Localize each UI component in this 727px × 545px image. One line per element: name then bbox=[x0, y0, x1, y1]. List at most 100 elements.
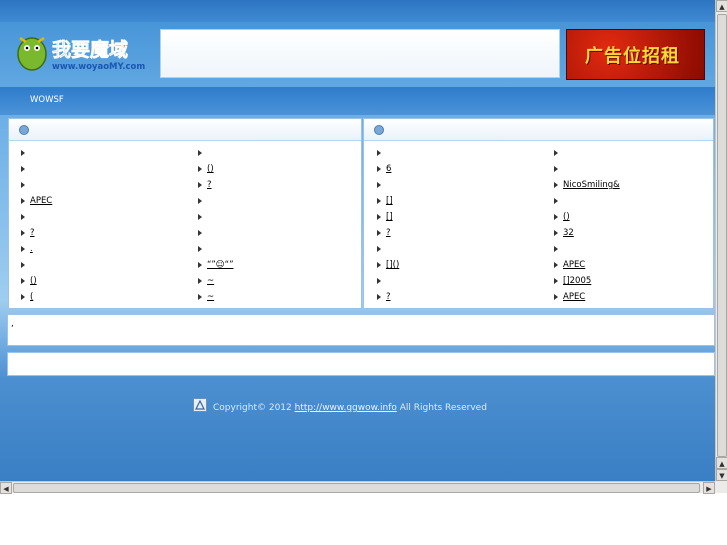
list-item-link[interactable]: []() bbox=[386, 260, 399, 270]
vertical-scroll-thumb[interactable] bbox=[717, 14, 727, 457]
list-item[interactable] bbox=[377, 273, 399, 289]
list-item-link[interactable]: . bbox=[30, 244, 33, 254]
list-item[interactable] bbox=[377, 145, 399, 161]
site-logo[interactable]: 我要魔域 www.woyaoMY.com bbox=[12, 30, 152, 74]
header-nav bbox=[169, 38, 197, 48]
list-item[interactable]: APEC bbox=[554, 289, 620, 305]
list-item-link[interactable]: ~ bbox=[207, 292, 214, 302]
list-item-link[interactable]: APEC bbox=[563, 260, 585, 270]
list-item[interactable]: APEC bbox=[21, 193, 52, 209]
scroll-up-arrow-icon[interactable]: ▲ bbox=[716, 0, 727, 12]
list-item-link[interactable]: ( bbox=[30, 292, 33, 302]
horizontal-scrollbar[interactable]: ◀ ▶ bbox=[0, 481, 715, 494]
list-item[interactable]: ( bbox=[21, 289, 52, 305]
list-item[interactable]: ~ bbox=[198, 289, 233, 305]
list-item[interactable]: [] bbox=[377, 193, 399, 209]
dragon-mascot-icon bbox=[17, 37, 47, 71]
panel-right-header bbox=[364, 119, 713, 141]
scroll-up-arrow-icon[interactable]: ▲ bbox=[716, 457, 727, 469]
list-item[interactable]: “”☺“” bbox=[198, 257, 233, 273]
list-item[interactable]: () bbox=[198, 161, 233, 177]
list-item[interactable]: () bbox=[21, 273, 52, 289]
scroll-left-arrow-icon[interactable]: ◀ bbox=[0, 482, 12, 494]
list-item[interactable]: APEC bbox=[554, 257, 620, 273]
footer-copyright: Copyright© 2012 http://www.ggwow.info Al… bbox=[213, 403, 487, 413]
list-item[interactable]: []2005 bbox=[554, 273, 620, 289]
list-item-link[interactable]: [] bbox=[386, 212, 393, 222]
list-item-link[interactable]: APEC bbox=[30, 196, 52, 206]
site-description-text: , bbox=[11, 319, 14, 329]
scroll-down-arrow-icon[interactable]: ▼ bbox=[716, 469, 727, 481]
scrollbar-corner bbox=[715, 481, 727, 493]
list-item[interactable]: ? bbox=[377, 225, 399, 241]
panel-left-column-1: APEC ? . () ( bbox=[21, 145, 52, 305]
scroll-right-arrow-icon[interactable]: ▶ bbox=[703, 482, 715, 494]
list-item-link[interactable]: () bbox=[563, 212, 570, 222]
panel-left: APEC ? . () ( () ? “”☺“” ~ ~ bbox=[8, 118, 362, 309]
list-item-link[interactable]: APEC bbox=[563, 292, 585, 302]
header-box bbox=[160, 29, 560, 78]
list-item-link[interactable]: ? bbox=[207, 180, 212, 190]
list-item[interactable] bbox=[21, 209, 52, 225]
horizontal-scroll-thumb[interactable] bbox=[13, 483, 700, 493]
footer-site-link[interactable]: http://www.ggwow.info bbox=[295, 403, 397, 413]
list-item[interactable]: NicoSmiling& bbox=[554, 177, 620, 193]
ad-banner[interactable]: 广告位招租 bbox=[566, 29, 705, 80]
list-item-link[interactable]: “”☺“” bbox=[207, 260, 233, 270]
list-item-link[interactable]: () bbox=[207, 164, 214, 174]
list-item-link[interactable]: () bbox=[30, 276, 37, 286]
list-item[interactable]: []() bbox=[377, 257, 399, 273]
list-item-link[interactable]: ~ bbox=[207, 276, 214, 286]
list-item[interactable] bbox=[554, 193, 620, 209]
rights-text: All Rights Reserved bbox=[399, 403, 487, 413]
ad-banner-text: 广告位招租 bbox=[585, 46, 680, 67]
list-item[interactable] bbox=[198, 193, 233, 209]
list-item[interactable]: 6 bbox=[377, 161, 399, 177]
friend-links-bar bbox=[7, 352, 715, 376]
marquee-text: WOWSF bbox=[30, 95, 64, 105]
logo-url: www.woyaoMY.com bbox=[52, 62, 145, 72]
list-item[interactable] bbox=[377, 177, 399, 193]
list-item-link[interactable]: 6 bbox=[386, 164, 391, 174]
list-item[interactable]: . bbox=[21, 241, 52, 257]
list-item[interactable] bbox=[198, 225, 233, 241]
footer-badge-icon bbox=[193, 398, 207, 412]
list-item[interactable] bbox=[21, 257, 52, 273]
list-item[interactable] bbox=[21, 145, 52, 161]
top-bar bbox=[0, 0, 715, 22]
panel-right-column-1: 6 [] [] ? []() ? bbox=[377, 145, 399, 305]
list-item-link[interactable]: ? bbox=[386, 228, 391, 238]
list-item[interactable] bbox=[21, 177, 52, 193]
panel-left-header bbox=[9, 119, 361, 141]
copyright-text: Copyright© 2012 bbox=[213, 403, 292, 413]
list-item-link[interactable]: []2005 bbox=[563, 276, 591, 286]
panel-right-column-2: NicoSmiling& () 32 APEC []2005 APEC bbox=[554, 145, 620, 305]
list-item[interactable]: ? bbox=[377, 289, 399, 305]
panel-right: 6 [] [] ? []() ? NicoSmiling& () 32 APEC… bbox=[363, 118, 714, 309]
list-item-link[interactable]: NicoSmiling& bbox=[563, 180, 620, 190]
list-item[interactable] bbox=[554, 145, 620, 161]
list-item[interactable]: 32 bbox=[554, 225, 620, 241]
list-item[interactable]: [] bbox=[377, 209, 399, 225]
list-item[interactable]: ~ bbox=[198, 273, 233, 289]
list-item[interactable] bbox=[198, 241, 233, 257]
panel-left-column-2: () ? “”☺“” ~ ~ bbox=[198, 145, 233, 305]
list-item-link[interactable]: [] bbox=[386, 196, 393, 206]
logo-text: 我要魔域 bbox=[52, 38, 128, 61]
page-viewport: 我要魔域 www.woyaoMY.com 广告位招租 WOWSF APEC ? bbox=[0, 0, 715, 481]
site-description-bar: , bbox=[7, 314, 715, 346]
list-item[interactable] bbox=[21, 161, 52, 177]
list-item[interactable]: ? bbox=[21, 225, 52, 241]
list-item-link[interactable]: 32 bbox=[563, 228, 574, 238]
list-item[interactable]: ? bbox=[198, 177, 233, 193]
list-item[interactable] bbox=[377, 241, 399, 257]
vertical-scrollbar[interactable]: ▲ ▲ ▼ bbox=[715, 0, 727, 481]
list-item[interactable] bbox=[554, 161, 620, 177]
list-item-link[interactable]: ? bbox=[30, 228, 35, 238]
list-item[interactable] bbox=[554, 241, 620, 257]
list-item-link[interactable]: ? bbox=[386, 292, 391, 302]
list-item[interactable] bbox=[198, 145, 233, 161]
bullet-circle-icon bbox=[19, 125, 29, 135]
list-item[interactable]: () bbox=[554, 209, 620, 225]
list-item[interactable] bbox=[198, 209, 233, 225]
